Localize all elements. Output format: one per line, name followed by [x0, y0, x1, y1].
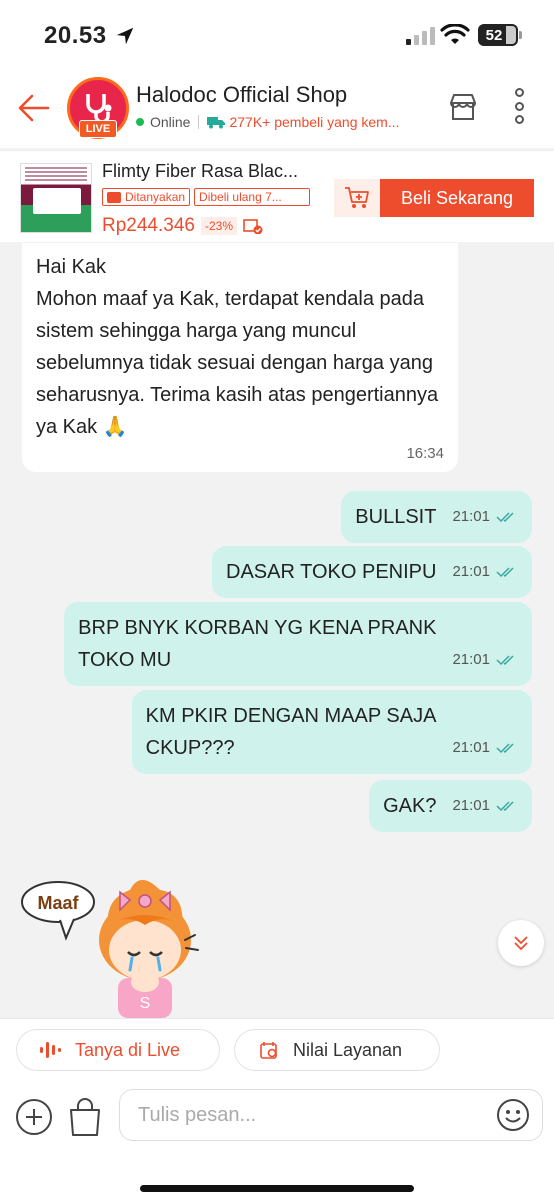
discount-badge: -23% — [200, 217, 237, 235]
sticker-text: Maaf — [37, 893, 79, 913]
message-time: 16:34 — [406, 445, 444, 462]
read-ticks-icon — [496, 743, 514, 754]
message-text: GAK? — [383, 795, 437, 817]
message-time: 21:01 — [452, 651, 490, 668]
scroll-to-bottom-button[interactable] — [498, 920, 544, 966]
chat-bubble-icon — [107, 191, 121, 203]
truck-icon — [207, 117, 226, 129]
add-to-cart-button[interactable] — [334, 179, 380, 217]
message-time: 21:01 — [452, 797, 490, 814]
read-ticks-icon — [496, 655, 514, 666]
sticker-shirt-letter: S — [140, 995, 151, 1012]
back-arrow-icon[interactable] — [16, 90, 52, 126]
buyers-count: 277K+ pembeli yang kem... — [229, 114, 400, 130]
message-text: DASAR TOKO PENIPU — [226, 561, 437, 583]
voucher-check-icon — [243, 219, 263, 234]
emoji-icon[interactable] — [496, 1098, 530, 1132]
product-price: Rp244.346 — [102, 215, 195, 236]
product-card[interactable]: Flimty Fiber Rasa Blac... Ditanyakan Dib… — [0, 150, 554, 242]
shop-name[interactable]: Halodoc Official Shop — [136, 82, 347, 108]
message-text: Hai Kak Mohon maaf ya Kak, terdapat kend… — [36, 256, 439, 438]
product-tags: Ditanyakan Dibeli ulang 7... — [102, 188, 311, 206]
rating-icon — [260, 1042, 277, 1059]
message-text: KM PKIR DENGAN MAAP SAJA CKUP??? — [145, 705, 437, 759]
incoming-message[interactable]: Hai Kak Mohon maaf ya Kak, terdapat kend… — [22, 243, 458, 472]
rate-service-button[interactable]: Nilai Layanan — [234, 1029, 440, 1071]
shop-store-icon[interactable] — [448, 92, 478, 122]
read-ticks-icon — [496, 801, 514, 812]
message-input[interactable]: Tulis pesan... — [119, 1089, 543, 1141]
cart-plus-icon — [345, 187, 369, 208]
live-badge: LIVE — [79, 120, 117, 138]
message-time: 21:01 — [452, 563, 490, 580]
add-attachment-icon[interactable] — [16, 1099, 52, 1135]
more-options-icon[interactable] — [510, 88, 528, 124]
product-thumbnail[interactable] — [20, 163, 92, 233]
outgoing-message[interactable]: DASAR TOKO PENIPU 21:01 — [212, 546, 532, 598]
sorry-sticker[interactable]: S Maaf — [20, 870, 220, 1018]
shopping-bag-icon[interactable] — [68, 1097, 102, 1137]
outgoing-message[interactable]: GAK? 21:01 — [369, 780, 532, 832]
message-text: BULLSIT — [355, 506, 437, 528]
sound-wave-icon — [40, 1042, 61, 1058]
online-status: Online — [150, 114, 191, 130]
outgoing-message[interactable]: BULLSIT 21:01 — [341, 491, 532, 543]
status-time: 20.53 — [44, 22, 107, 49]
divider — [198, 115, 200, 129]
message-time: 21:01 — [452, 739, 490, 756]
outgoing-message[interactable]: KM PKIR DENGAN MAAP SAJA CKUP??? 21:01 — [131, 690, 532, 774]
composer-area: Tanya di Live Nilai Layanan Tulis pesan.… — [0, 1018, 554, 1200]
outgoing-message[interactable]: BRP BNYK KORBAN YG KENA PRANK TOKO MU 21… — [64, 602, 532, 686]
message-time: 21:01 — [452, 508, 490, 525]
ask-live-label: Tanya di Live — [75, 1039, 181, 1060]
shop-meta: Online 277K+ pembeli yang kem... — [136, 114, 415, 130]
battery-icon: 52 — [478, 24, 522, 46]
battery-level: 52 — [485, 26, 503, 44]
location-arrow-icon — [116, 27, 134, 45]
wifi-icon — [440, 24, 470, 44]
rate-service-label: Nilai Layanan — [293, 1039, 403, 1060]
product-price-row: Rp244.346 -23% — [102, 215, 263, 237]
read-ticks-icon — [496, 512, 514, 523]
home-indicator — [140, 1185, 414, 1192]
status-bar: 20.53 52 — [0, 0, 554, 70]
cell-signal-icon — [406, 27, 435, 45]
ask-live-button[interactable]: Tanya di Live — [16, 1029, 220, 1071]
chat-header: LIVE Halodoc Official Shop Online 277K+ … — [0, 70, 554, 148]
product-title[interactable]: Flimty Fiber Rasa Blac... — [102, 161, 324, 182]
read-ticks-icon — [496, 567, 514, 578]
tag-asked: Ditanyakan — [102, 188, 191, 206]
buy-now-button[interactable]: Beli Sekarang — [380, 179, 534, 217]
tag-repurchase: Dibeli ulang 7... — [194, 188, 311, 206]
message-text: BRP BNYK KORBAN YG KENA PRANK TOKO MU — [78, 617, 437, 671]
double-chevron-down-icon — [514, 936, 528, 951]
online-dot-icon — [136, 118, 144, 126]
